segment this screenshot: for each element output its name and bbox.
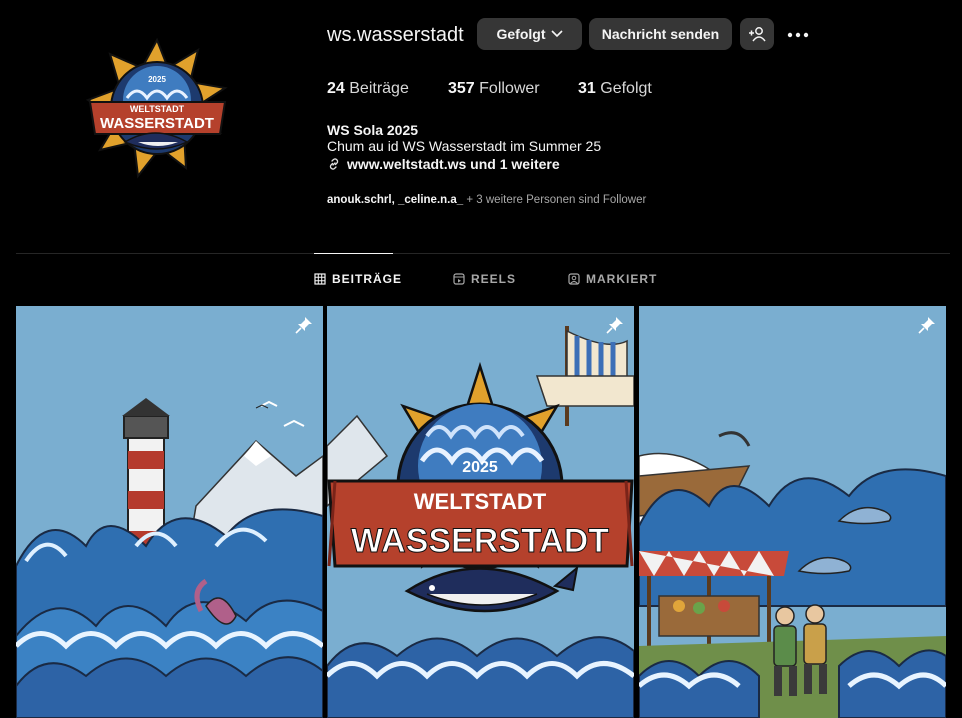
following-button[interactable]: Gefolgt (477, 18, 582, 50)
tab-reels-label: REELS (471, 272, 517, 286)
pinned-icon (918, 317, 935, 334)
add-person-icon (749, 27, 766, 42)
post-tile-2[interactable]: 2025 WELTSTADT WASSERSTADT (327, 306, 634, 718)
grid-icon (314, 273, 326, 285)
tab-tagged-label: MARKIERT (586, 272, 658, 286)
link-icon (329, 158, 339, 170)
posts-count: 24 Beiträge (327, 80, 409, 98)
tabs-divider (16, 253, 950, 254)
pinned-icon (606, 317, 623, 334)
suggested-accounts-button[interactable] (740, 18, 774, 50)
more-options-icon (787, 32, 809, 38)
wasserstadt-logo-avatar: 2025 WELTSTADT WASSERSTADT (85, 37, 228, 179)
followed-by[interactable]: anouk.schrl, _celine.n.a_ + 3 weitere Pe… (327, 194, 646, 206)
avatar-year: 2025 (148, 75, 166, 84)
profile-avatar[interactable]: 2025 WELTSTADT WASSERSTADT (80, 37, 235, 183)
post-logo-year: 2025 (462, 459, 498, 476)
following-link[interactable]: 31 Gefolgt (578, 80, 652, 98)
following-button-label: Gefolgt (496, 26, 546, 42)
tab-posts[interactable]: BEITRÄGE (314, 272, 402, 286)
active-tab-indicator (314, 253, 393, 254)
tab-reels[interactable]: REELS (453, 272, 516, 286)
bio-name: WS Sola 2025 (327, 122, 419, 138)
followers-count-value: 357 (448, 80, 475, 97)
followed-by-user-2: _celine.n.a_ (397, 194, 464, 206)
reels-icon (453, 273, 465, 285)
posts-count-value: 24 (327, 80, 345, 97)
lighthouse-illustration (16, 306, 323, 718)
post-logo-line2: WASSERSTADT (351, 522, 609, 560)
post-logo-line1: WELTSTADT (414, 489, 547, 514)
tagged-icon (568, 273, 580, 285)
bio-link[interactable]: www.weltstadt.ws und 1 weitere (327, 156, 560, 172)
followers-count-label: Follower (479, 80, 540, 97)
pinned-icon (295, 317, 312, 334)
followed-by-user-1: anouk.schrl (327, 194, 392, 206)
post-tile-3[interactable] (639, 306, 946, 718)
tab-tagged[interactable]: MARKIERT (568, 272, 657, 286)
tab-posts-label: BEITRÄGE (332, 272, 403, 286)
following-count-value: 31 (578, 80, 596, 97)
followers-link[interactable]: 357 Follower (448, 80, 540, 98)
posts-count-label: Beiträge (349, 80, 409, 97)
post-tile-1[interactable] (16, 306, 323, 718)
chevron-down-icon (550, 30, 563, 38)
harbor-market-illustration (639, 306, 946, 718)
avatar-line1: WELTSTADT (130, 104, 185, 114)
send-message-label: Nachricht senden (601, 26, 720, 42)
send-message-button[interactable]: Nachricht senden (589, 18, 732, 50)
more-options-button[interactable] (786, 28, 810, 40)
bio-link-text: www.weltstadt.ws und 1 weitere (347, 156, 560, 172)
following-count-label: Gefolgt (600, 80, 652, 97)
wasserstadt-logo-illustration: 2025 WELTSTADT WASSERSTADT (327, 306, 634, 718)
username: ws.wasserstadt (327, 24, 464, 46)
bio-text: Chum au id WS Wasserstadt im Summer 25 (327, 138, 602, 154)
followed-by-rest: + 3 weitere Personen sind Follower (463, 194, 647, 206)
avatar-line2: WASSERSTADT (100, 115, 214, 132)
